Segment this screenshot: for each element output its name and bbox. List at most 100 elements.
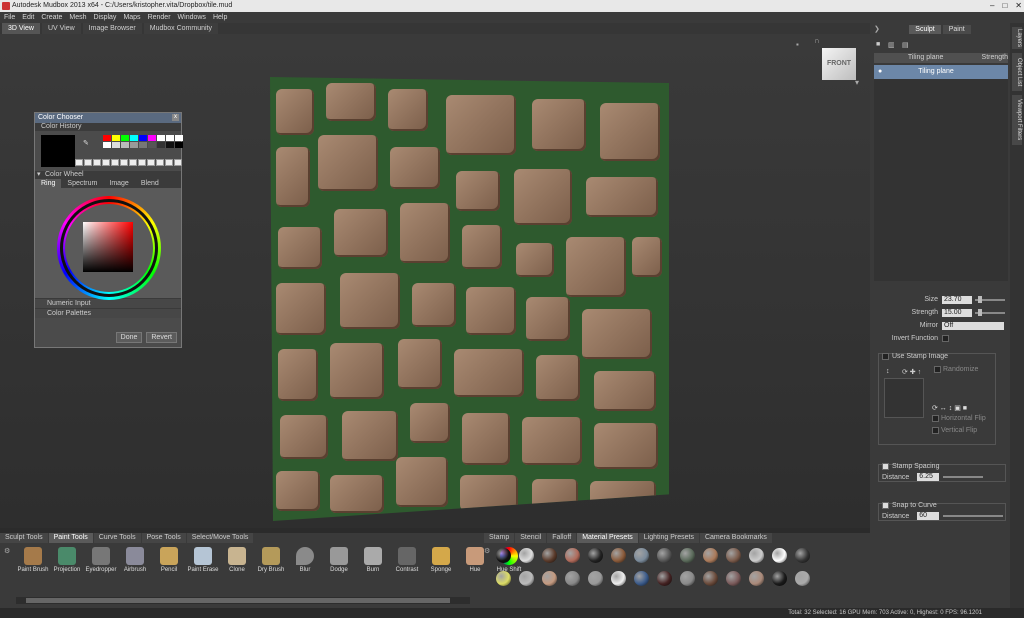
empty-swatch[interactable]: [93, 159, 101, 166]
tab-paint-tools[interactable]: Paint Tools: [48, 533, 93, 543]
menu-display[interactable]: Display: [93, 12, 116, 23]
menu-file[interactable]: File: [4, 12, 15, 23]
swatch-white[interactable]: [157, 135, 165, 141]
tab-image[interactable]: Image: [103, 179, 134, 188]
eyedropper-icon[interactable]: ✎: [83, 139, 89, 147]
tab-falloff[interactable]: Falloff: [547, 533, 577, 543]
swatch-green[interactable]: [121, 135, 129, 141]
hflip-checkbox[interactable]: [932, 415, 939, 422]
tiling-plane-mesh[interactable]: [270, 77, 669, 521]
layer-row-tiling-plane[interactable]: ● Tiling plane: [874, 65, 1008, 79]
material-preset-sphere[interactable]: [772, 548, 787, 563]
tool-clone[interactable]: Clone: [220, 547, 254, 573]
use-stamp-checkbox[interactable]: [882, 353, 889, 360]
tool-blur[interactable]: Blur: [288, 547, 322, 573]
tool-tray-scrollbar[interactable]: [16, 597, 470, 604]
material-preset-sphere[interactable]: [542, 548, 557, 563]
tool-paint-brush[interactable]: Paint Brush: [16, 547, 50, 573]
presets-settings-icon[interactable]: ⚙: [484, 547, 490, 555]
empty-swatch[interactable]: [120, 159, 128, 166]
close-icon[interactable]: ✕: [1015, 0, 1022, 12]
material-preset-sphere[interactable]: [726, 548, 741, 563]
material-preset-sphere[interactable]: [703, 548, 718, 563]
swatch-yellow[interactable]: [112, 135, 120, 141]
swatch-gray[interactable]: [148, 142, 156, 148]
strength-input[interactable]: 15.00: [942, 308, 972, 317]
material-preset-sphere[interactable]: [496, 571, 511, 586]
swatch-magenta[interactable]: [148, 135, 156, 141]
material-preset-sphere[interactable]: [611, 548, 626, 563]
distance-input-1[interactable]: 6.25: [917, 473, 940, 481]
tool-dry-brush[interactable]: Dry Brush: [254, 547, 288, 573]
swatch-white[interactable]: [103, 142, 111, 148]
snap-curve-checkbox[interactable]: [882, 502, 889, 509]
material-preset-sphere[interactable]: [657, 571, 672, 586]
distance-input-2[interactable]: 60: [917, 512, 940, 520]
tab-select-move-tools[interactable]: Select/Move Tools: [186, 533, 254, 543]
camera-lock-icon[interactable]: ∩: [814, 36, 820, 45]
swatch-gray[interactable]: [130, 142, 138, 148]
tab-paint[interactable]: Paint: [942, 25, 971, 34]
dialog-close-icon[interactable]: x: [172, 114, 179, 121]
material-preset-sphere[interactable]: [588, 571, 603, 586]
tab-stencil[interactable]: Stencil: [515, 533, 547, 543]
material-preset-sphere[interactable]: [519, 548, 534, 563]
dialog-title-bar[interactable]: Color Chooser x: [35, 113, 181, 123]
color-wheel-header[interactable]: ▾ Color Wheel: [35, 171, 181, 179]
menu-edit[interactable]: Edit: [22, 12, 34, 23]
tab-curve-tools[interactable]: Curve Tools: [93, 533, 141, 543]
material-preset-sphere[interactable]: [795, 571, 810, 586]
empty-swatch[interactable]: [147, 159, 155, 166]
empty-swatch[interactable]: [102, 159, 110, 166]
tool-burn[interactable]: Burn: [356, 547, 390, 573]
strength-slider[interactable]: [975, 308, 1005, 316]
tab-lighting-presets[interactable]: Lighting Presets: [638, 533, 699, 543]
tab-uv-view[interactable]: UV View: [41, 23, 81, 34]
vflip-checkbox[interactable]: [932, 427, 939, 434]
tab-image-browser[interactable]: Image Browser: [82, 23, 142, 34]
swatch-gray[interactable]: [121, 142, 129, 148]
tab-sculpt-tools[interactable]: Sculpt Tools: [0, 533, 48, 543]
tab-mudbox-community[interactable]: Mudbox Community: [143, 23, 218, 34]
scrollbar-thumb[interactable]: [26, 598, 450, 603]
tool-sponge[interactable]: Sponge: [424, 547, 458, 573]
delete-layer-icon[interactable]: ▥: [888, 41, 895, 49]
viewcube-menu-icon[interactable]: ▾: [855, 78, 859, 87]
material-preset-sphere[interactable]: [496, 548, 511, 563]
tray-settings-icon[interactable]: ⚙: [4, 547, 10, 555]
randomize-checkbox[interactable]: [934, 366, 941, 373]
tab-stamp[interactable]: Stamp: [484, 533, 515, 543]
swatch-cyan[interactable]: [130, 135, 138, 141]
stamp-preview[interactable]: [884, 378, 924, 418]
current-color-swatch[interactable]: [41, 135, 75, 167]
tab-3d-view[interactable]: 3D View: [2, 23, 40, 34]
tool-projection[interactable]: Projection: [50, 547, 84, 573]
menu-windows[interactable]: Windows: [178, 12, 206, 23]
material-preset-sphere[interactable]: [542, 571, 557, 586]
tab-ring[interactable]: Ring: [35, 179, 62, 188]
menu-render[interactable]: Render: [148, 12, 171, 23]
material-preset-sphere[interactable]: [795, 548, 810, 563]
material-preset-sphere[interactable]: [772, 571, 787, 586]
size-slider[interactable]: [975, 295, 1005, 303]
empty-swatch[interactable]: [129, 159, 137, 166]
tab-spectrum[interactable]: Spectrum: [61, 179, 103, 188]
stamp-spacing-checkbox[interactable]: [882, 463, 889, 470]
tool-dodge[interactable]: Dodge: [322, 547, 356, 573]
color-palettes-section[interactable]: Color Palettes: [35, 308, 181, 318]
menu-maps[interactable]: Maps: [123, 12, 140, 23]
distance-slider-2[interactable]: [943, 515, 1004, 517]
swatch-white[interactable]: [166, 135, 174, 141]
layer-options-icon[interactable]: ▤: [902, 41, 909, 49]
menu-help[interactable]: Help: [213, 12, 227, 23]
swatch-black[interactable]: [175, 142, 183, 148]
swatch-blue[interactable]: [139, 135, 147, 141]
stamp-transform-icons[interactable]: ⟳ ↔ ↕ ▣ ■: [932, 404, 967, 412]
stamp-rotate-icon[interactable]: ⟳ ✚ ↑: [902, 368, 921, 376]
empty-swatch[interactable]: [75, 159, 83, 166]
empty-swatch[interactable]: [165, 159, 173, 166]
tool-paint-erase[interactable]: Paint Erase: [186, 547, 220, 573]
material-preset-sphere[interactable]: [657, 548, 672, 563]
side-tab-object-list[interactable]: Object List: [1012, 53, 1022, 91]
tool-eyedropper[interactable]: Eyedropper: [84, 547, 118, 573]
